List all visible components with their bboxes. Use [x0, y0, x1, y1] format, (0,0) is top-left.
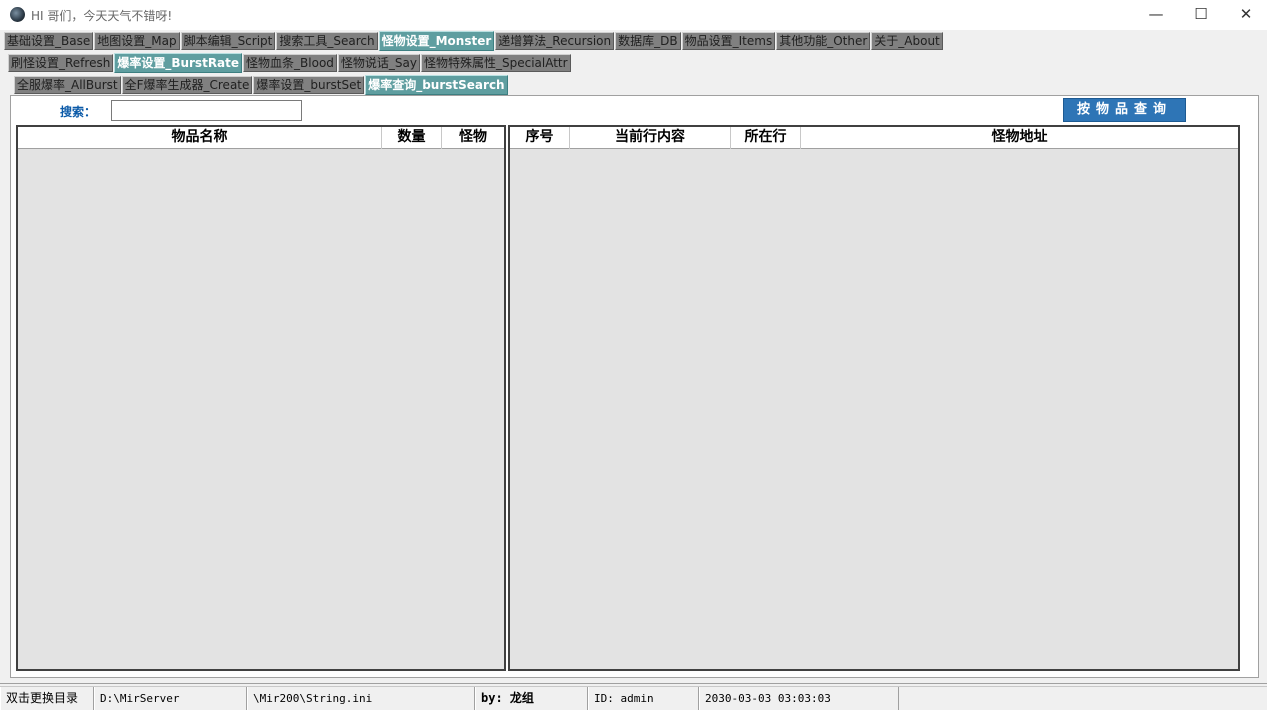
col-monster[interactable]: 怪物	[442, 127, 504, 149]
window-title: HI 哥们，今天天气不错呀!	[31, 9, 173, 23]
burst-tab-3[interactable]: 爆率查询_burstSearch	[365, 75, 508, 95]
main-tab-5[interactable]: 递增算法_Recursion	[495, 32, 615, 50]
main-tab-1[interactable]: 地图设置_Map	[94, 32, 180, 50]
status-user: ID: admin	[588, 687, 699, 710]
main-tab-9[interactable]: 关于_About	[871, 32, 943, 50]
main-tab-6[interactable]: 数据库_DB	[615, 32, 681, 50]
col-line-number[interactable]: 所在行	[731, 127, 801, 149]
close-button[interactable]: ✕	[1223, 0, 1267, 30]
main-tab-0[interactable]: 基础设置_Base	[4, 32, 94, 50]
status-bar: 双击更换目录 D:\MirServer \Mir200\String.ini b…	[0, 686, 1267, 710]
burst-tab-bar: 全服爆率_AllBurst 全F爆率生成器_Create 爆率设置_burstSet…	[14, 75, 509, 95]
item-grid-header: 物品名称 数量 怪物	[18, 127, 504, 149]
col-index[interactable]: 序号	[510, 127, 570, 149]
burst-tab-2[interactable]: 爆率设置_burstSet	[253, 76, 365, 94]
monster-tab-2[interactable]: 怪物血条_Blood	[243, 54, 337, 72]
item-grid[interactable]: 物品名称 数量 怪物	[16, 125, 506, 671]
search-label: 搜索：	[60, 105, 97, 119]
result-grid-header: 序号 当前行内容 所在行 怪物地址	[510, 127, 1238, 149]
main-tab-4[interactable]: 怪物设置_Monster	[378, 31, 495, 51]
status-datetime: 2030-03-03 03:03:03	[699, 687, 899, 710]
search-input[interactable]	[111, 100, 302, 121]
status-file-path: \Mir200\String.ini	[247, 687, 475, 710]
status-server-path: D:\MirServer	[94, 687, 247, 710]
main-tab-3[interactable]: 搜索工具_Search	[276, 32, 378, 50]
query-by-item-button[interactable]: 按物品查询	[1063, 98, 1186, 122]
col-quantity[interactable]: 数量	[382, 127, 442, 149]
app-icon	[10, 7, 25, 22]
monster-tab-4[interactable]: 怪物特殊属性_SpecialAttr	[420, 54, 571, 72]
maximize-button[interactable]: ☐	[1178, 0, 1224, 30]
main-tab-2[interactable]: 脚本编辑_Script	[180, 32, 276, 50]
result-grid[interactable]: 序号 当前行内容 所在行 怪物地址	[508, 125, 1240, 671]
monster-tab-0[interactable]: 刷怪设置_Refresh	[8, 54, 114, 72]
main-tab-bar: 基础设置_Base 地图设置_Map 脚本编辑_Script 搜索工具_Search 怪…	[4, 31, 944, 51]
status-dir-hint[interactable]: 双击更换目录	[0, 687, 94, 710]
main-tab-7[interactable]: 物品设置_Items	[681, 32, 776, 50]
minimize-button[interactable]: —	[1133, 0, 1179, 30]
monster-tab-bar: 刷怪设置_Refresh 爆率设置_BurstRate 怪物血条_Blood 怪物说话…	[8, 53, 572, 73]
main-tab-8[interactable]: 其他功能_Other	[776, 32, 871, 50]
col-monster-path[interactable]: 怪物地址	[801, 127, 1238, 149]
monster-tab-3[interactable]: 怪物说话_Say	[337, 54, 420, 72]
divider	[0, 683, 1267, 684]
burst-tab-0[interactable]: 全服爆率_AllBurst	[14, 76, 121, 94]
status-author: by: 龙组	[475, 687, 588, 710]
monster-tab-1[interactable]: 爆率设置_BurstRate	[114, 53, 243, 73]
col-line-content[interactable]: 当前行内容	[570, 127, 731, 149]
title-bar: HI 哥们，今天天气不错呀! — ☐ ✕	[0, 0, 1267, 30]
burst-tab-1[interactable]: 全F爆率生成器_Create	[121, 76, 253, 94]
col-item-name[interactable]: 物品名称	[18, 127, 382, 149]
